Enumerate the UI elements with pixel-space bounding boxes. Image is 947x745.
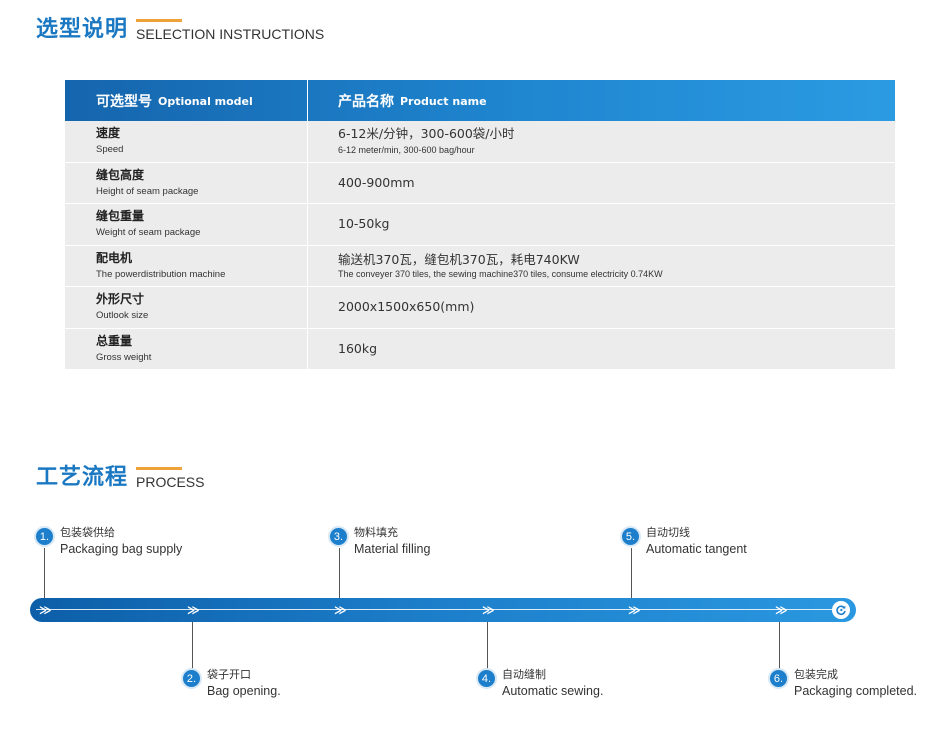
row-value-text: 10-50kg [338,216,390,232]
header-col2-en: Product name [400,95,487,108]
step-text: 袋子开口 Bag opening. [207,668,281,700]
row-label-en: Weight of seam package [96,227,201,239]
row-label-cn: 缝包重量 [96,209,145,224]
step-label-en: Bag opening. [207,684,281,698]
header-col-product: 产品名称 Product name [308,80,895,121]
selection-title-cn: 选型说明 [36,17,129,42]
row-label-en: Gross weight [96,351,152,363]
process-title-en: PROCESS [136,474,205,490]
step-label-en: Packaging bag supply [60,542,183,556]
step-label-en: Automatic tangent [646,542,747,556]
step-text: 包装完成 Packaging completed. [794,668,917,700]
row-label-en: The powerdistribution machine [96,268,226,280]
title-accent-bar [136,467,183,470]
row-label: 速度 Speed [65,121,308,162]
row-value-text: 400-900mm [338,174,415,190]
header-col1-en: Optional model [158,95,253,108]
row-label: 配电机 The powerdistribution machine [65,245,308,286]
row-label-en: Speed [96,144,124,156]
row-value-en: The conveyer 370 tiles, the sewing machi… [338,268,663,279]
header-col2-cn: 产品名称 [338,93,394,110]
header-col1-cn: 可选型号 [96,93,152,110]
step-number-badge: 5. [620,526,641,547]
double-arrow-icon: ≫ [187,603,199,617]
connector-line [779,618,780,670]
step-label-en: Packaging completed. [794,684,917,698]
step-label-en: Material filling [354,542,431,556]
step-number-badge: 2. [181,668,202,689]
step-number-badge: 6. [768,668,789,689]
row-label: 总重量 Gross weight [65,328,308,369]
selection-title-en: SELECTION INSTRUCTIONS [136,26,325,42]
double-arrow-icon: ≫ [39,603,51,617]
step-number-badge: 3. [328,526,349,547]
table-header: 可选型号 Optional model 产品名称 Product name [65,80,895,121]
table-row: 缝包重量 Weight of seam package 10-50kg [65,204,895,246]
connector-line [192,618,193,670]
selection-title-en-wrap: SELECTION INSTRUCTIONS [136,19,325,43]
connector-line [487,618,488,670]
step-label-cn: 自动切线 [646,526,690,539]
row-label-en: Height of seam package [96,185,199,197]
row-label-cn: 缝包高度 [96,167,145,182]
row-label-cn: 外形尺寸 [96,292,145,307]
process-step-1: 1. 包装袋供给 Packaging bag supply [34,526,182,558]
spec-table: 可选型号 Optional model 产品名称 Product name 速度… [65,80,895,370]
row-label-cn: 速度 [96,126,121,141]
step-label-cn: 物料填充 [354,526,398,539]
table-row: 配电机 The powerdistribution machine 输送机370… [65,245,895,287]
row-value-en: 6-12 meter/min, 300-600 bag/hour [338,145,475,156]
process-header: 工艺流程 PROCESS [36,465,204,491]
step-text: 自动缝制 Automatic sewing. [502,668,603,700]
refresh-icon [832,601,850,619]
row-value: 6-12米/分钟，300-600袋/小时 6-12 meter/min, 300… [308,121,895,162]
step-number-badge: 1. [34,526,55,547]
step-label-en: Automatic sewing. [502,684,604,698]
row-value-text: 6-12米/分钟，300-600袋/小时 [338,126,515,142]
process-step-6: 6. 包装完成 Packaging completed. [768,668,917,700]
process-timeline-bar: ≫ ≫ ≫ ≫ ≫ ≫ [30,598,856,622]
step-label-cn: 袋子开口 [207,668,251,681]
header-col-model: 可选型号 Optional model [65,80,308,121]
row-value: 400-900mm [308,163,895,204]
row-label: 缝包重量 Weight of seam package [65,204,308,245]
row-label-cn: 配电机 [96,250,133,265]
process-step-5: 5. 自动切线 Automatic tangent [620,526,747,558]
row-value: 2000x1500x650(mm) [308,287,895,328]
table-row: 总重量 Gross weight 160kg [65,328,895,370]
table-row: 缝包高度 Height of seam package 400-900mm [65,162,895,204]
process-step-3: 3. 物料填充 Material filling [328,526,430,558]
process-title-en-wrap: PROCESS [136,467,205,491]
table-row: 速度 Speed 6-12米/分钟，300-600袋/小时 6-12 meter… [65,121,895,163]
row-value-text: 160kg [338,340,378,356]
double-arrow-icon: ≫ [482,603,494,617]
step-label-cn: 包装袋供给 [60,526,115,539]
selection-header: 选型说明 SELECTION INSTRUCTIONS [36,17,324,43]
row-value: 输送机370瓦，缝包机370瓦，耗电740KW The conveyer 370… [308,246,895,287]
process-title-cn: 工艺流程 [36,465,129,490]
double-arrow-icon: ≫ [334,603,346,617]
double-arrow-icon: ≫ [628,603,640,617]
row-label-en: Outlook size [96,310,149,322]
row-value: 10-50kg [308,204,895,245]
step-text: 物料填充 Material filling [354,526,430,558]
step-text: 自动切线 Automatic tangent [646,526,747,558]
row-label-cn: 总重量 [96,333,133,348]
step-label-cn: 自动缝制 [502,668,546,681]
step-text: 包装袋供给 Packaging bag supply [60,526,182,558]
row-value-text: 2000x1500x650(mm) [338,299,475,315]
double-arrow-icon: ≫ [775,603,787,617]
step-number-badge: 4. [476,668,497,689]
title-accent-bar [136,19,183,22]
row-label: 缝包高度 Height of seam package [65,162,308,203]
row-label: 外形尺寸 Outlook size [65,287,308,328]
table-row: 外形尺寸 Outlook size 2000x1500x650(mm) [65,287,895,329]
step-label-cn: 包装完成 [794,668,838,681]
timeline-inner-line [36,609,832,610]
row-value: 160kg [308,329,895,370]
process-step-2: 2. 袋子开口 Bag opening. [181,668,281,700]
row-value-text: 输送机370瓦，缝包机370瓦，耗电740KW [338,251,580,267]
process-step-4: 4. 自动缝制 Automatic sewing. [476,668,603,700]
